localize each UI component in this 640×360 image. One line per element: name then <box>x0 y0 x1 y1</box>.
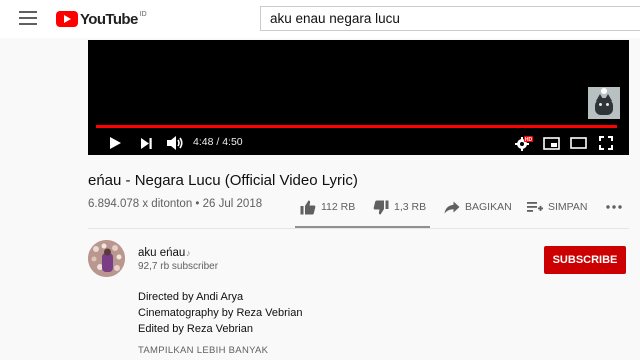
more-actions-button[interactable] <box>605 190 623 224</box>
music-note-icon: ♪ <box>186 248 191 258</box>
channel-name[interactable]: aku eńau <box>138 247 185 259</box>
theater-mode-icon[interactable] <box>567 131 589 155</box>
share-icon <box>444 201 460 213</box>
logo-text: YouTube <box>80 10 138 28</box>
youtube-logo[interactable]: YouTube ID <box>56 10 147 28</box>
endscreen-channel-thumbnail[interactable] <box>588 87 620 119</box>
miniplayer-icon[interactable] <box>540 131 562 155</box>
more-horizontal-icon <box>606 205 622 209</box>
masthead: YouTube ID <box>0 0 640 38</box>
progress-bar[interactable] <box>96 125 618 128</box>
add-to-playlist-icon <box>527 201 543 212</box>
description-line: Directed by Andi Arya <box>138 291 244 303</box>
time-display: 4:48 / 4:50 <box>193 136 243 148</box>
description-line: Cinematography by Reza Vebrian <box>138 307 303 319</box>
volume-icon[interactable] <box>164 131 186 155</box>
description-line: Edited by Reza Vebrian <box>138 323 253 335</box>
save-label: SIMPAN <box>548 201 588 213</box>
subscribe-button[interactable]: SUBSCRIBE <box>544 246 626 274</box>
logo-country-code: ID <box>139 11 147 18</box>
fullscreen-icon[interactable] <box>595 131 617 155</box>
video-title: eńau - Negara Lucu (Official Video Lyric… <box>88 172 358 189</box>
search-input[interactable] <box>261 7 640 30</box>
dislike-button[interactable]: 1,3 RB <box>373 190 426 224</box>
like-button[interactable]: 112 RB <box>300 190 355 224</box>
like-count: 112 RB <box>321 201 356 213</box>
hd-badge: HD <box>525 137 533 143</box>
play-icon[interactable] <box>105 131 125 155</box>
menu-icon[interactable] <box>19 11 37 25</box>
thumbs-down-icon <box>373 200 389 214</box>
player-controls: 4:48 / 4:50 HD <box>88 131 629 155</box>
search-box[interactable] <box>260 6 640 31</box>
video-actions: 112 RB 1,3 RB BAGIKAN SIMPAN <box>296 190 636 224</box>
youtube-play-logo-icon <box>56 11 78 27</box>
divider <box>88 228 629 229</box>
subscriber-count: 92,7 rb subscriber <box>138 261 219 272</box>
share-button[interactable]: BAGIKAN <box>444 190 512 224</box>
settings-icon[interactable]: HD <box>513 131 535 155</box>
view-count-date: 6.894.078 x ditonton • 26 Jul 2018 <box>88 198 263 210</box>
next-icon[interactable] <box>137 131 155 155</box>
save-button[interactable]: SIMPAN <box>527 190 587 224</box>
video-player[interactable]: 4:48 / 4:50 HD <box>88 40 629 155</box>
share-label: BAGIKAN <box>465 201 512 213</box>
show-more-button[interactable]: TAMPILKAN LEBIH BANYAK <box>138 345 268 356</box>
channel-avatar[interactable] <box>88 240 125 277</box>
thumbs-up-icon <box>300 200 316 214</box>
dislike-count: 1,3 RB <box>394 201 427 213</box>
